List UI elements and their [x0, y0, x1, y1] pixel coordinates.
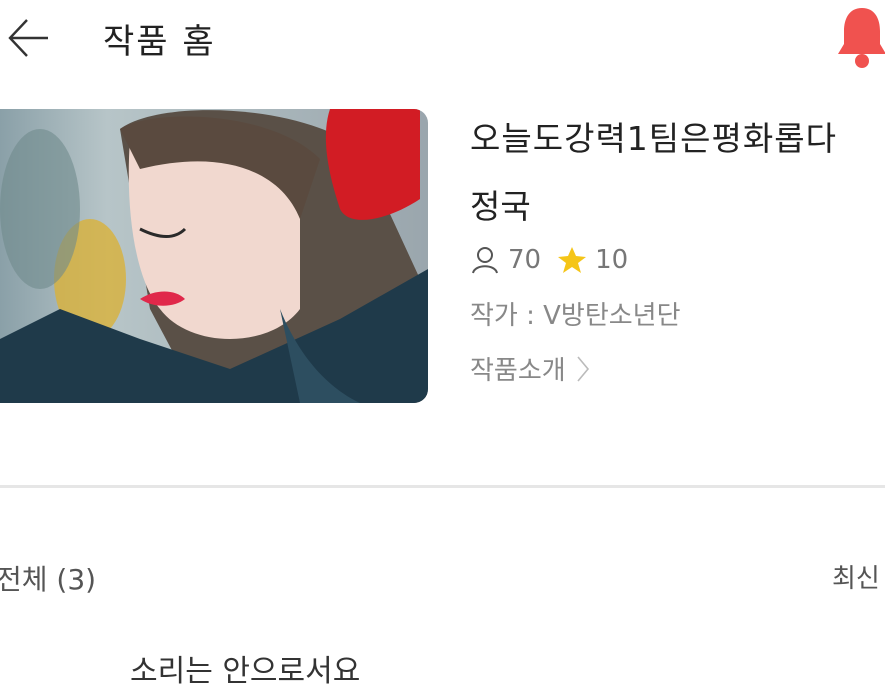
author-label: 작가 : [470, 301, 544, 331]
person-icon [472, 247, 498, 274]
work-intro-link[interactable]: 작품소개 [470, 350, 590, 387]
chevron-right-icon [577, 355, 589, 382]
view-count: 70 [508, 245, 542, 275]
episode-item[interactable]: 소리는 안으로서요 [130, 646, 360, 690]
work-stats: 70 10 [470, 242, 628, 278]
author-line: 작가 : V방탄소년단 [470, 295, 681, 332]
episode-filter[interactable]: 전체 (3) [0, 558, 96, 598]
bell-icon[interactable] [836, 6, 885, 68]
author-name[interactable]: V방탄소년단 [543, 301, 680, 331]
intro-label: 작품소개 [470, 356, 566, 386]
arrow-left-icon[interactable] [6, 16, 50, 60]
work-title: 오늘도강력1팀은평화롭다 [470, 119, 837, 158]
star-count: 10 [595, 245, 629, 275]
work-subtitle: 정국 [470, 187, 531, 226]
cover-image [0, 109, 428, 403]
app-header: 작품 홈 [0, 0, 885, 80]
section-divider [0, 485, 885, 488]
sort-button[interactable]: 최신 [832, 558, 880, 595]
page-title: 작품 홈 [103, 22, 216, 62]
star-icon [558, 247, 587, 273]
